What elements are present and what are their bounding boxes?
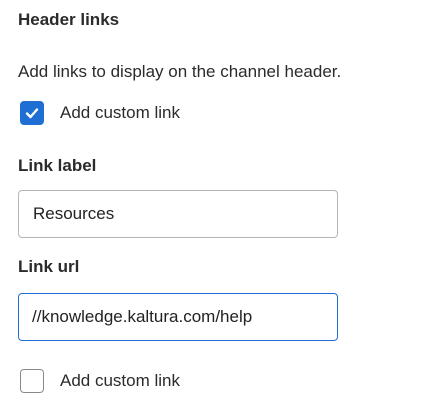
checkbox-unchecked[interactable] bbox=[20, 369, 44, 393]
header-links-title: Header links bbox=[18, 10, 120, 29]
add-custom-link-label-2: Add custom link bbox=[60, 371, 180, 390]
link-label-title: Link label bbox=[18, 156, 97, 175]
header-links-description: Add links to display on the channel head… bbox=[18, 62, 342, 81]
link-url-title: Link url bbox=[18, 257, 80, 276]
link-label-input[interactable] bbox=[18, 190, 338, 238]
link-url-input[interactable] bbox=[18, 293, 338, 341]
add-custom-link-checkbox-2[interactable]: Add custom link bbox=[20, 369, 180, 393]
add-custom-link-label-1: Add custom link bbox=[60, 103, 180, 122]
add-custom-link-checkbox-1[interactable]: Add custom link bbox=[20, 101, 180, 125]
checkmark-icon bbox=[25, 108, 39, 119]
checkbox-checked[interactable] bbox=[20, 101, 44, 125]
